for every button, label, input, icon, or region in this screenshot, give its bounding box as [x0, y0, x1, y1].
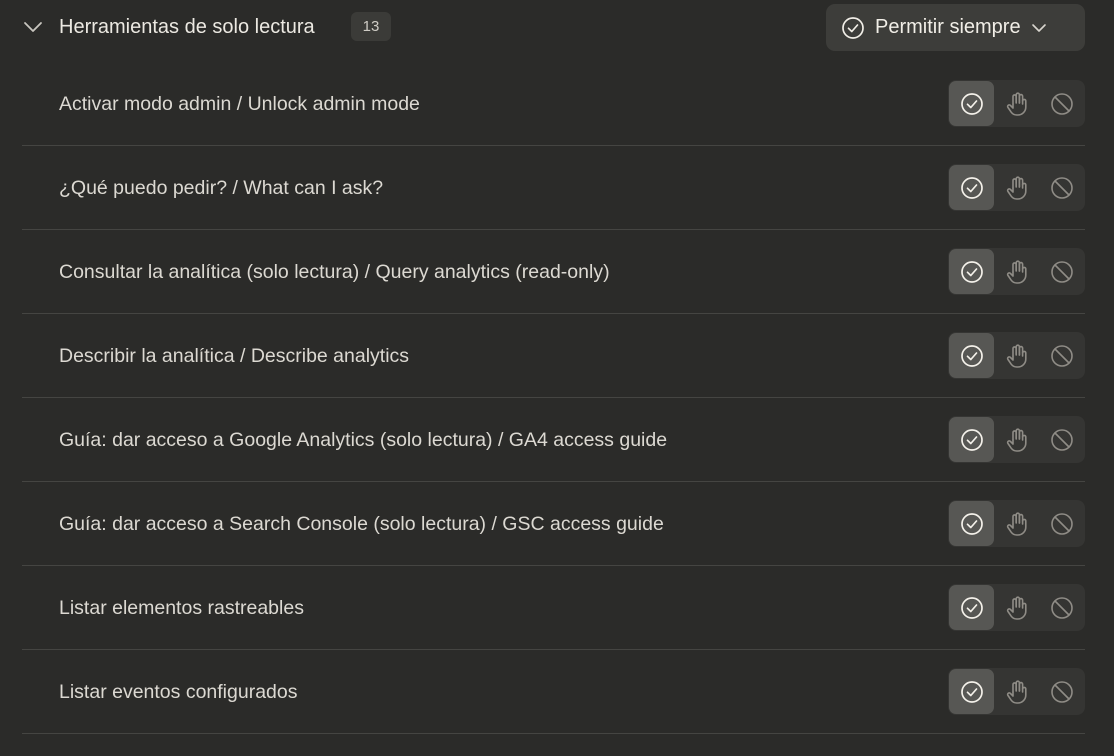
tool-list: Activar modo admin / Unlock admin mode ¿…: [22, 62, 1085, 734]
hand-icon: [1005, 679, 1029, 705]
check-circle-icon: [960, 92, 984, 116]
check-circle-icon: [960, 344, 984, 368]
check-circle-icon: [841, 16, 865, 40]
permission-toggle-group: [948, 80, 1085, 127]
allow-option[interactable]: [949, 165, 994, 210]
block-option[interactable]: [1039, 333, 1084, 378]
permission-toggle-group: [948, 164, 1085, 211]
ask-option[interactable]: [994, 669, 1039, 714]
collapse-button[interactable]: [20, 14, 46, 40]
ask-option[interactable]: [994, 165, 1039, 210]
hand-icon: [1005, 343, 1029, 369]
block-icon: [1050, 260, 1074, 284]
allow-option[interactable]: [949, 501, 994, 546]
tool-row: ¿Qué puedo pedir? / What can I ask?: [22, 146, 1085, 230]
block-icon: [1050, 428, 1074, 452]
ask-option[interactable]: [994, 501, 1039, 546]
block-icon: [1050, 680, 1074, 704]
permission-toggle-group: [948, 332, 1085, 379]
chevron-down-icon: [1031, 23, 1047, 33]
section-title: Herramientas de solo lectura: [59, 16, 315, 38]
ask-option[interactable]: [994, 417, 1039, 462]
chevron-down-icon: [23, 21, 43, 33]
hand-icon: [1005, 595, 1029, 621]
check-circle-icon: [960, 596, 984, 620]
tool-label: Guía: dar acceso a Search Console (solo …: [59, 513, 664, 535]
tool-label: Activar modo admin / Unlock admin mode: [59, 93, 420, 115]
hand-icon: [1005, 511, 1029, 537]
tool-label: ¿Qué puedo pedir? / What can I ask?: [59, 177, 384, 199]
check-circle-icon: [960, 680, 984, 704]
tool-row: Consultar la analítica (solo lectura) / …: [22, 230, 1085, 314]
block-option[interactable]: [1039, 585, 1084, 630]
allow-option[interactable]: [949, 81, 994, 126]
block-icon: [1050, 176, 1074, 200]
check-circle-icon: [960, 260, 984, 284]
ask-option[interactable]: [994, 333, 1039, 378]
hand-icon: [1005, 175, 1029, 201]
hand-icon: [1005, 427, 1029, 453]
block-option[interactable]: [1039, 501, 1084, 546]
section-header: Herramientas de solo lectura 13 Permitir…: [0, 0, 1114, 55]
allow-option[interactable]: [949, 417, 994, 462]
block-option[interactable]: [1039, 249, 1084, 294]
tool-row: Guía: dar acceso a Search Console (solo …: [22, 482, 1085, 566]
allow-option[interactable]: [949, 333, 994, 378]
hand-icon: [1005, 91, 1029, 117]
hand-icon: [1005, 259, 1029, 285]
permission-toggle-group: [948, 500, 1085, 547]
allow-option[interactable]: [949, 585, 994, 630]
tool-label: Guía: dar acceso a Google Analytics (sol…: [59, 429, 668, 451]
permission-toggle-group: [948, 416, 1085, 463]
tool-permissions-panel: Herramientas de solo lectura 13 Permitir…: [0, 0, 1114, 756]
check-circle-icon: [960, 428, 984, 452]
tool-label: Describir la analítica / Describe analyt…: [59, 345, 410, 367]
permission-dropdown-label: Permitir siempre: [875, 16, 1021, 38]
block-option[interactable]: [1039, 417, 1084, 462]
allow-option[interactable]: [949, 249, 994, 294]
block-option[interactable]: [1039, 81, 1084, 126]
tool-label: Consultar la analítica (solo lectura) / …: [59, 261, 610, 283]
tool-row: Guía: dar acceso a Google Analytics (sol…: [22, 398, 1085, 482]
block-icon: [1050, 344, 1074, 368]
tool-row: Describir la analítica / Describe analyt…: [22, 314, 1085, 398]
tool-count-badge: 13: [351, 12, 391, 41]
block-icon: [1050, 596, 1074, 620]
ask-option[interactable]: [994, 81, 1039, 126]
ask-option[interactable]: [994, 585, 1039, 630]
check-circle-icon: [960, 512, 984, 536]
allow-option[interactable]: [949, 669, 994, 714]
permission-toggle-group: [948, 668, 1085, 715]
tool-row: Activar modo admin / Unlock admin mode: [22, 62, 1085, 146]
check-circle-icon: [960, 176, 984, 200]
block-option[interactable]: [1039, 165, 1084, 210]
tool-label: Listar eventos configurados: [59, 681, 298, 703]
block-option[interactable]: [1039, 669, 1084, 714]
tool-row: Listar eventos configurados: [22, 650, 1085, 734]
tool-label: Listar elementos rastreables: [59, 597, 304, 619]
ask-option[interactable]: [994, 249, 1039, 294]
permission-dropdown[interactable]: Permitir siempre: [826, 4, 1085, 51]
block-icon: [1050, 92, 1074, 116]
permission-toggle-group: [948, 584, 1085, 631]
tool-row: Listar elementos rastreables: [22, 566, 1085, 650]
block-icon: [1050, 512, 1074, 536]
permission-toggle-group: [948, 248, 1085, 295]
